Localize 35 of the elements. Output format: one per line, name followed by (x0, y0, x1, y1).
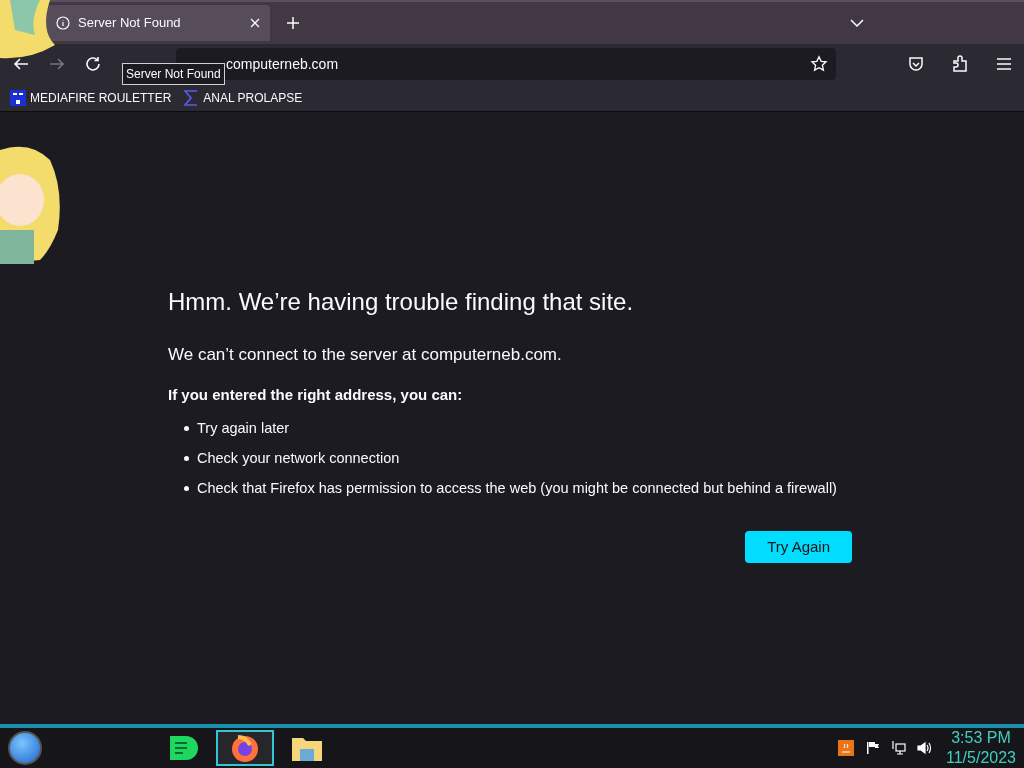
sigma-icon (183, 89, 200, 106)
suggestion-heading: If you entered the right address, you can: (168, 384, 464, 405)
error-message: We can’t connect to the server at computerneb.com. (168, 344, 563, 366)
info-icon (56, 16, 70, 30)
close-icon[interactable] (250, 18, 260, 28)
pocket-icon[interactable] (908, 56, 924, 72)
bullet-icon (184, 456, 189, 462)
error-title: Hmm. We’re having trouble finding that site. (168, 287, 635, 317)
bookmark[interactable]: ANAL PROLAPSE (183, 86, 307, 109)
clock-date: 11/5/2023 (946, 748, 1016, 768)
new-tab-icon[interactable] (286, 16, 300, 30)
volume-icon[interactable] (916, 740, 932, 756)
suggestion-text: Check your network connection (197, 448, 400, 468)
network-icon[interactable] (890, 740, 906, 756)
reload-icon[interactable] (84, 55, 102, 73)
bookmark-favicon (10, 89, 26, 106)
clock-time: 3:53 PM (951, 728, 1011, 748)
firefox-icon (230, 733, 260, 763)
star-icon[interactable] (810, 55, 828, 73)
start-button[interactable] (8, 731, 42, 765)
url-text: computerneb.com (226, 54, 339, 74)
tooltip: Server Not Found (122, 63, 225, 85)
puzzle-icon[interactable] (952, 55, 968, 73)
tab[interactable]: Server Not Found (46, 5, 270, 41)
chevron-down-icon[interactable] (850, 19, 864, 27)
bullet-icon (184, 485, 189, 491)
suggestion-text: Check that Firefox has permission to access the web (you might be connected but behind a firewall) (197, 478, 837, 498)
flag-icon[interactable] (866, 741, 880, 755)
menu-icon[interactable] (996, 57, 1012, 71)
bookmark[interactable]: MEDIAFIRE ROULETTER (10, 86, 176, 109)
try-again-button[interactable]: Try Again (745, 531, 852, 564)
taskbar-app[interactable] (216, 730, 274, 766)
chat-app-icon (168, 734, 198, 762)
suggestion-text: Try again later (197, 419, 290, 438)
bullet-icon (184, 426, 189, 432)
